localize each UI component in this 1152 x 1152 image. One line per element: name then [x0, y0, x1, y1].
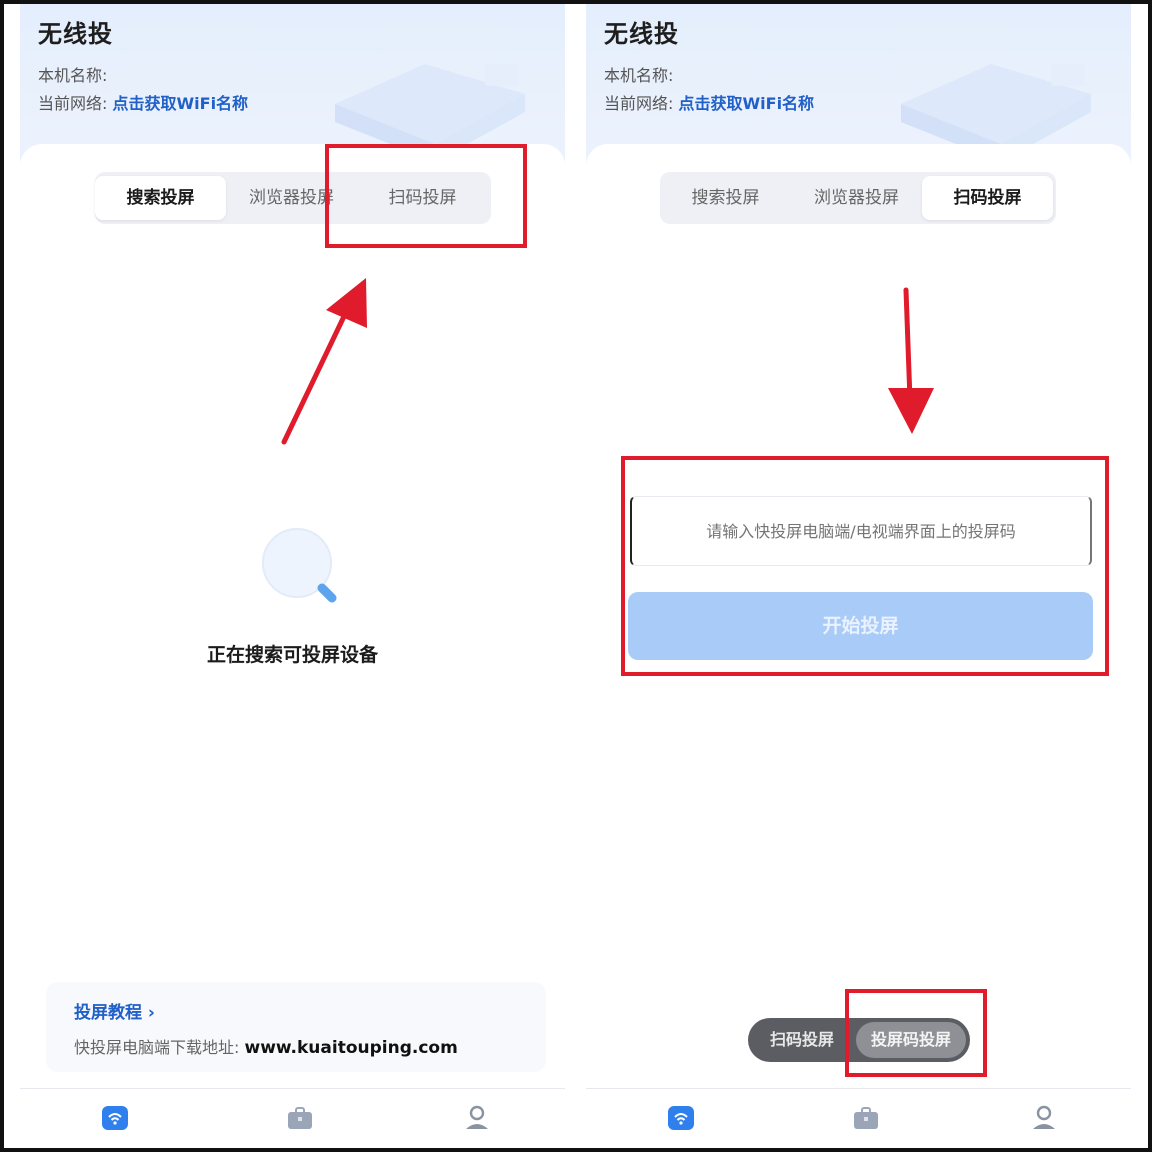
device-name-row: 本机名称: [604, 62, 673, 86]
profile-icon[interactable] [462, 1103, 492, 1133]
toolbox-icon[interactable] [851, 1103, 881, 1133]
get-wifi-name-link[interactable]: 点击获取WiFi名称 [113, 94, 249, 113]
tab-browser-cast[interactable]: 浏览器投屏 [791, 176, 922, 220]
profile-icon[interactable] [1029, 1103, 1059, 1133]
scan-code-option[interactable]: 扫码投屏 [752, 1022, 852, 1058]
network-label: 当前网络: [604, 94, 674, 113]
tab-search-cast[interactable]: 搜索投屏 [95, 176, 226, 220]
device-name-label: 本机名称: [38, 66, 108, 85]
get-wifi-name-link[interactable]: 点击获取WiFi名称 [679, 94, 815, 113]
network-row: 当前网络: 点击获取WiFi名称 [38, 90, 248, 114]
download-info: 快投屏电脑端下载地址: www.kuaitouping.com [74, 1034, 458, 1058]
toolbox-icon[interactable] [285, 1103, 315, 1133]
download-label: 快投屏电脑端下载地址: [74, 1038, 240, 1057]
device-name-label: 本机名称: [604, 66, 674, 85]
app-title: 无线投 [38, 20, 113, 48]
cast-mode-tabs: 搜索投屏 浏览器投屏 扫码投屏 [660, 172, 1056, 224]
app-title: 无线投 [604, 20, 679, 48]
highlight-scan-tab [325, 144, 527, 248]
tutorial-link[interactable]: 投屏教程 › [74, 998, 155, 1023]
tab-search-cast[interactable]: 搜索投屏 [660, 176, 791, 220]
highlight-code-mode [845, 989, 987, 1077]
network-label: 当前网络: [38, 94, 108, 113]
device-name-row: 本机名称: [38, 62, 107, 86]
wifi-cast-icon[interactable] [100, 1103, 130, 1133]
tutorial-panel: 投屏教程 › 快投屏电脑端下载地址: www.kuaitouping.com [46, 982, 546, 1072]
network-row: 当前网络: 点击获取WiFi名称 [604, 90, 814, 114]
magnifier-icon [262, 528, 337, 603]
wifi-cast-icon[interactable] [666, 1103, 696, 1133]
download-url[interactable]: www.kuaitouping.com [245, 1038, 458, 1058]
bottom-nav [586, 1088, 1131, 1148]
highlight-code-entry [621, 456, 1109, 676]
tab-scan-cast[interactable]: 扫码投屏 [922, 176, 1053, 220]
bottom-nav [20, 1088, 565, 1148]
searching-status: 正在搜索可投屏设备 [206, 644, 378, 666]
